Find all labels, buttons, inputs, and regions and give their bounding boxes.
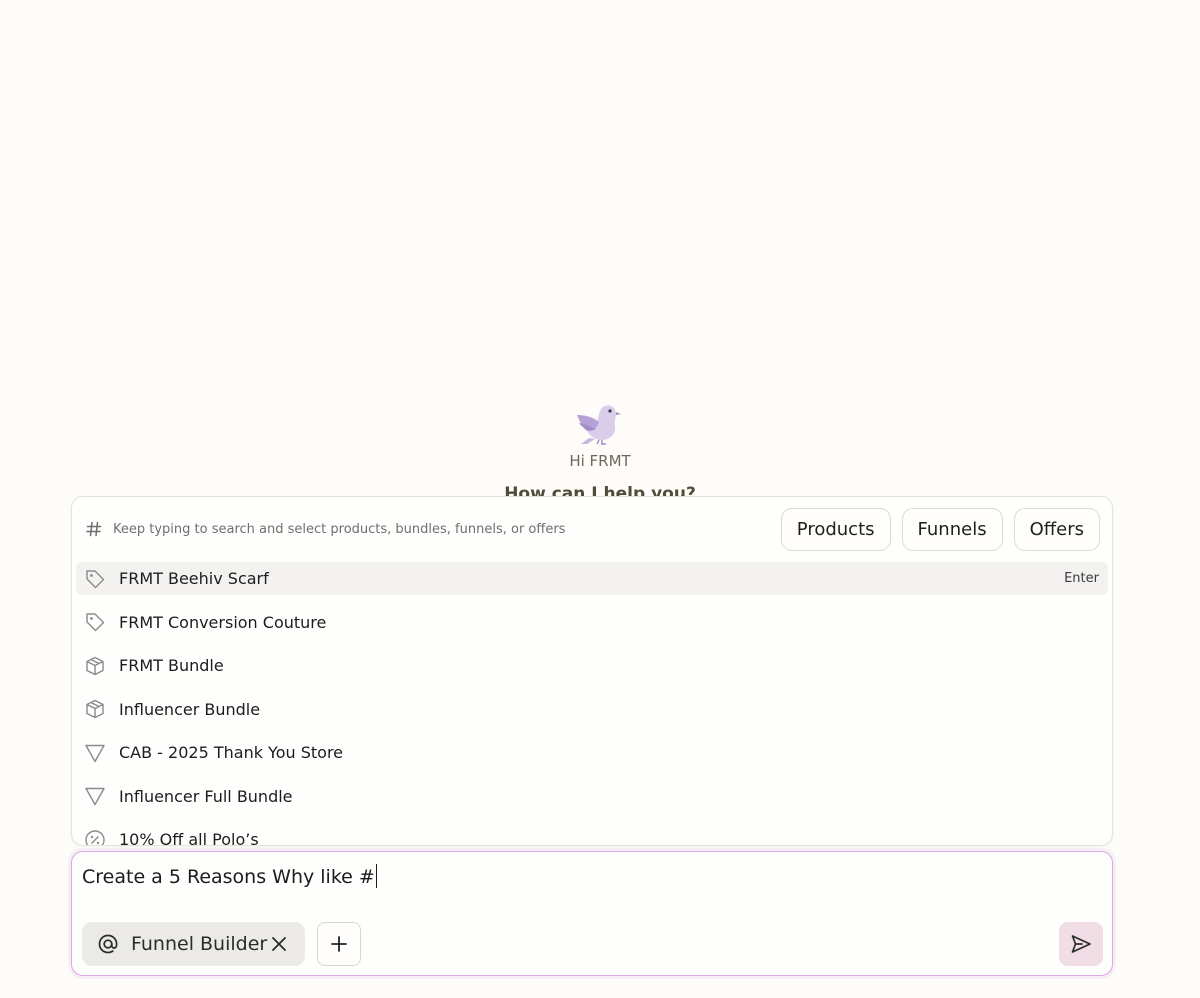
dropdown-hint: Keep typing to search and select product… [113,521,566,537]
list-item-label: FRMT Bundle [119,656,224,675]
list-item[interactable]: Influencer Bundle [76,693,1108,726]
hash-icon [86,521,102,537]
tag-icon [86,569,105,588]
bird-logo-icon [577,405,621,445]
send-button[interactable] [1059,922,1103,966]
list-item[interactable]: Influencer Full Bundle [76,780,1108,813]
list-item-label: Influencer Bundle [119,699,261,719]
enter-hint: Enter [1064,571,1099,586]
agent-chip[interactable]: Funnel Builder [82,922,305,966]
page: Hi FRMT How can I help you? Keep typing … [0,0,1200,998]
add-button[interactable] [317,922,361,966]
plus-icon [331,936,347,952]
percent-badge-icon [85,829,105,845]
funnel-icon [85,744,105,762]
list-item[interactable]: FRMT Bundle [76,649,1108,682]
list-item[interactable]: CAB - 2025 Thank You Store [76,736,1108,769]
greeting-hi: Hi FRMT [569,452,631,470]
box-icon [86,656,104,675]
dropdown-header: Keep typing to search and select product… [72,497,1112,561]
at-icon [98,934,118,954]
filter-offers-button[interactable]: Offers [1013,507,1100,551]
tag-icon [86,613,105,632]
list-item-label: CAB - 2025 Thank You Store [119,743,344,762]
text-caret [375,864,378,888]
list-item[interactable]: FRMT Beehiv Scarf Enter [76,562,1108,595]
filter-funnels-button[interactable]: Funnels [901,507,1003,551]
message-input-text: Create a 5 Reasons Why like # [82,866,375,888]
greeting: Hi FRMT How can I help you? [0,398,1200,504]
mention-dropdown: Keep typing to search and select product… [71,496,1113,846]
filter-products-button[interactable]: Products [780,507,891,551]
list-item[interactable]: 10% Off all Polo’s [76,823,1108,846]
message-composer[interactable]: Create a 5 Reasons Why like # Funnel Bui… [71,851,1113,976]
box-icon [86,699,104,719]
list-item-label: Influencer Full Bundle [119,786,293,806]
list-item-label: 10% Off all Polo’s [119,830,259,846]
send-icon [1071,935,1091,953]
list-item-label: FRMT Beehiv Scarf [119,569,269,588]
dropdown-list: FRMT Beehiv Scarf Enter FRMT Conversion … [72,561,1112,846]
agent-chip-label: Funnel Builder [131,933,268,955]
close-icon[interactable] [269,934,289,954]
funnel-icon [85,787,105,806]
message-input[interactable]: Create a 5 Reasons Why like # [82,864,378,888]
list-item-label: FRMT Conversion Couture [119,612,327,632]
list-item[interactable]: FRMT Conversion Couture [76,606,1108,639]
